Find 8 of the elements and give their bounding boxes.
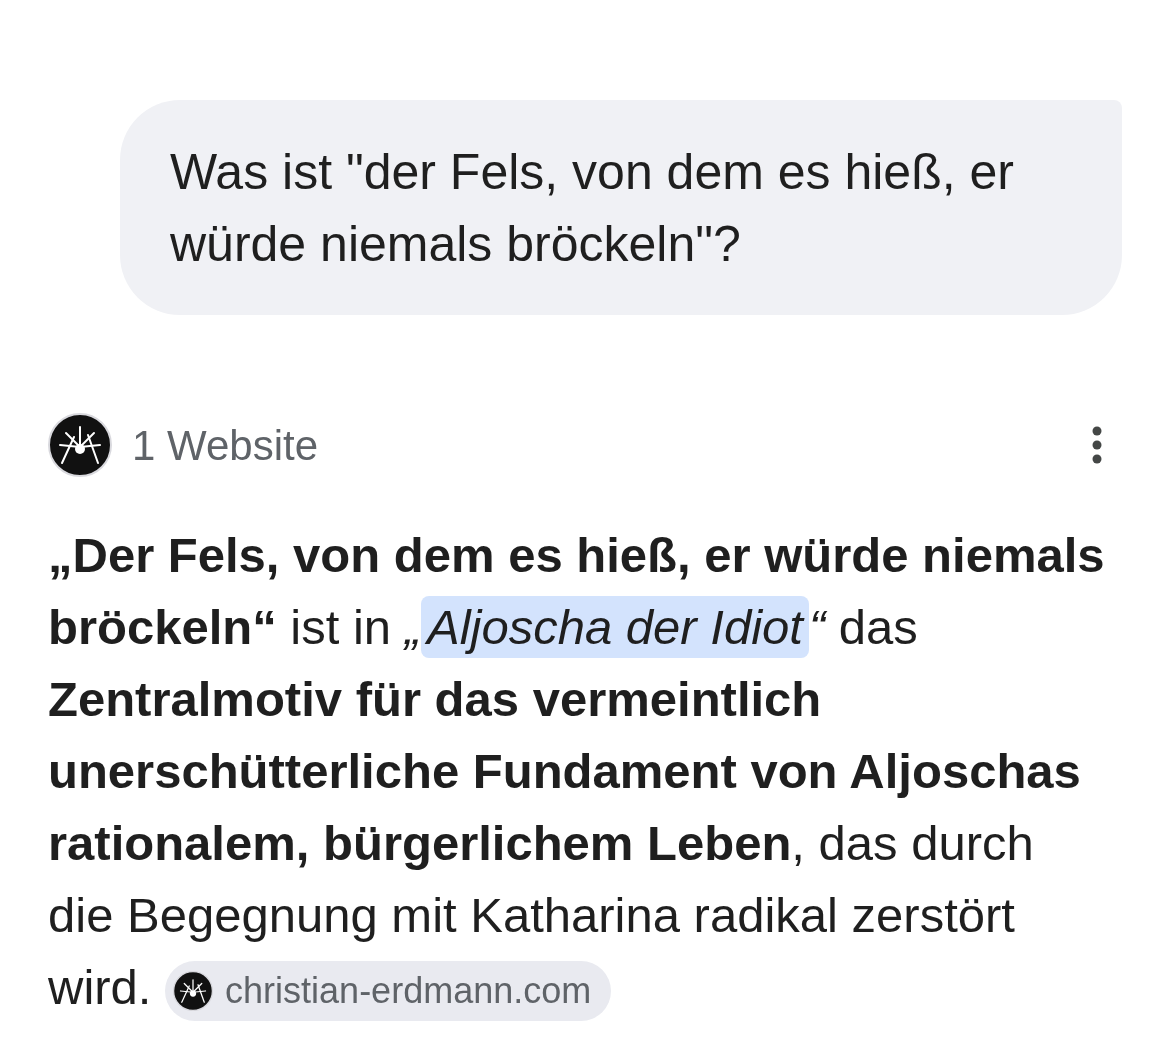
user-message: Was ist "der Fels, von dem es hieß, er würde niemals bröckeln"? bbox=[120, 100, 1122, 315]
chip-logo-icon bbox=[173, 971, 214, 1012]
sources-count[interactable]: 1 Website bbox=[132, 413, 318, 477]
kebab-menu-icon bbox=[1092, 426, 1102, 464]
site-logo-icon bbox=[48, 413, 112, 477]
source-chip[interactable]: christian-erdmann.com bbox=[165, 961, 612, 1022]
highlighted-link[interactable]: Aljoscha der Idiot bbox=[421, 596, 809, 658]
answer-paragraph: „Der Fels, von dem es hieß, er würde niemals bröckeln“ ist in „Aljoscha der Idiot“ das Zentralmotiv für das vermeintlich unerschütterliche Fundament von Aljoschas rationalem, bürgerlichem Leben, das durch die Begegnung mit Katharina radikal zerstört wird. christian-erdmann.com bbox=[0, 519, 1169, 1023]
